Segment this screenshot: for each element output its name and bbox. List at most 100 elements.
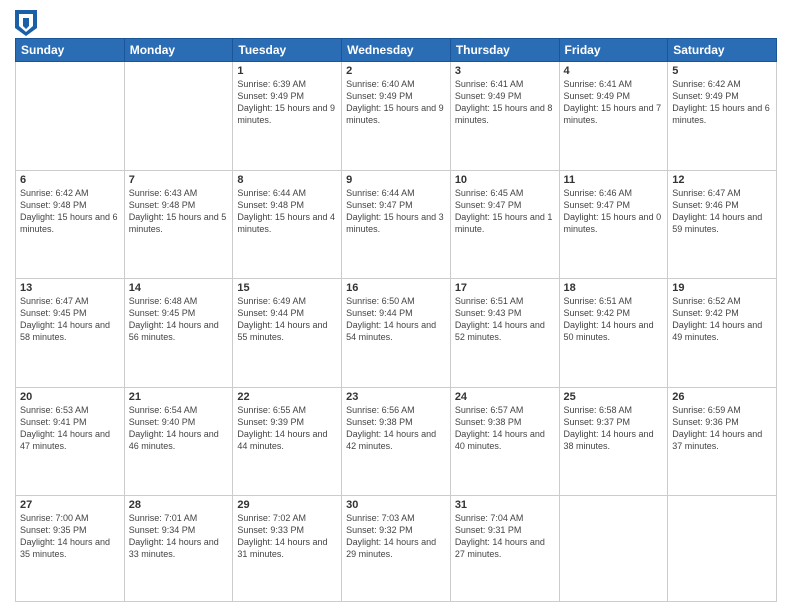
- calendar-cell: 16Sunrise: 6:50 AM Sunset: 9:44 PM Dayli…: [342, 279, 451, 388]
- day-info: Sunrise: 6:42 AM Sunset: 9:49 PM Dayligh…: [672, 78, 772, 127]
- calendar-cell: 1Sunrise: 6:39 AM Sunset: 9:49 PM Daylig…: [233, 62, 342, 171]
- day-info: Sunrise: 6:48 AM Sunset: 9:45 PM Dayligh…: [129, 295, 229, 344]
- day-number: 3: [455, 65, 555, 77]
- weekday-header: Monday: [124, 39, 233, 62]
- logo: [15, 10, 37, 32]
- calendar-cell: 20Sunrise: 6:53 AM Sunset: 9:41 PM Dayli…: [16, 387, 125, 496]
- calendar-cell: 30Sunrise: 7:03 AM Sunset: 9:32 PM Dayli…: [342, 496, 451, 602]
- day-number: 10: [455, 174, 555, 186]
- calendar-week-row: 20Sunrise: 6:53 AM Sunset: 9:41 PM Dayli…: [16, 387, 777, 496]
- day-info: Sunrise: 6:47 AM Sunset: 9:45 PM Dayligh…: [20, 295, 120, 344]
- day-info: Sunrise: 6:51 AM Sunset: 9:43 PM Dayligh…: [455, 295, 555, 344]
- calendar-cell: 6Sunrise: 6:42 AM Sunset: 9:48 PM Daylig…: [16, 170, 125, 279]
- calendar-week-row: 6Sunrise: 6:42 AM Sunset: 9:48 PM Daylig…: [16, 170, 777, 279]
- calendar-week-row: 27Sunrise: 7:00 AM Sunset: 9:35 PM Dayli…: [16, 496, 777, 602]
- day-number: 22: [237, 391, 337, 403]
- calendar: SundayMondayTuesdayWednesdayThursdayFrid…: [15, 38, 777, 602]
- calendar-cell: [559, 496, 668, 602]
- day-number: 24: [455, 391, 555, 403]
- calendar-cell: 23Sunrise: 6:56 AM Sunset: 9:38 PM Dayli…: [342, 387, 451, 496]
- day-number: 4: [564, 65, 664, 77]
- day-info: Sunrise: 6:52 AM Sunset: 9:42 PM Dayligh…: [672, 295, 772, 344]
- day-number: 31: [455, 499, 555, 511]
- day-info: Sunrise: 6:45 AM Sunset: 9:47 PM Dayligh…: [455, 187, 555, 236]
- day-number: 18: [564, 282, 664, 294]
- day-number: 7: [129, 174, 229, 186]
- calendar-cell: 14Sunrise: 6:48 AM Sunset: 9:45 PM Dayli…: [124, 279, 233, 388]
- calendar-cell: 24Sunrise: 6:57 AM Sunset: 9:38 PM Dayli…: [450, 387, 559, 496]
- day-number: 21: [129, 391, 229, 403]
- calendar-cell: 31Sunrise: 7:04 AM Sunset: 9:31 PM Dayli…: [450, 496, 559, 602]
- calendar-cell: 28Sunrise: 7:01 AM Sunset: 9:34 PM Dayli…: [124, 496, 233, 602]
- calendar-cell: 26Sunrise: 6:59 AM Sunset: 9:36 PM Dayli…: [668, 387, 777, 496]
- calendar-cell: 27Sunrise: 7:00 AM Sunset: 9:35 PM Dayli…: [16, 496, 125, 602]
- calendar-cell: 22Sunrise: 6:55 AM Sunset: 9:39 PM Dayli…: [233, 387, 342, 496]
- calendar-cell: 18Sunrise: 6:51 AM Sunset: 9:42 PM Dayli…: [559, 279, 668, 388]
- logo-icon: [15, 10, 33, 32]
- day-info: Sunrise: 7:02 AM Sunset: 9:33 PM Dayligh…: [237, 512, 337, 561]
- day-number: 23: [346, 391, 446, 403]
- day-number: 12: [672, 174, 772, 186]
- day-info: Sunrise: 6:55 AM Sunset: 9:39 PM Dayligh…: [237, 404, 337, 453]
- day-info: Sunrise: 7:00 AM Sunset: 9:35 PM Dayligh…: [20, 512, 120, 561]
- day-number: 19: [672, 282, 772, 294]
- day-number: 28: [129, 499, 229, 511]
- day-info: Sunrise: 6:42 AM Sunset: 9:48 PM Dayligh…: [20, 187, 120, 236]
- weekday-header: Saturday: [668, 39, 777, 62]
- day-info: Sunrise: 7:04 AM Sunset: 9:31 PM Dayligh…: [455, 512, 555, 561]
- calendar-cell: 2Sunrise: 6:40 AM Sunset: 9:49 PM Daylig…: [342, 62, 451, 171]
- day-info: Sunrise: 6:53 AM Sunset: 9:41 PM Dayligh…: [20, 404, 120, 453]
- day-info: Sunrise: 6:41 AM Sunset: 9:49 PM Dayligh…: [455, 78, 555, 127]
- day-info: Sunrise: 6:57 AM Sunset: 9:38 PM Dayligh…: [455, 404, 555, 453]
- page: SundayMondayTuesdayWednesdayThursdayFrid…: [0, 0, 792, 612]
- calendar-cell: 8Sunrise: 6:44 AM Sunset: 9:48 PM Daylig…: [233, 170, 342, 279]
- day-info: Sunrise: 6:59 AM Sunset: 9:36 PM Dayligh…: [672, 404, 772, 453]
- calendar-cell: 3Sunrise: 6:41 AM Sunset: 9:49 PM Daylig…: [450, 62, 559, 171]
- day-number: 16: [346, 282, 446, 294]
- day-info: Sunrise: 6:43 AM Sunset: 9:48 PM Dayligh…: [129, 187, 229, 236]
- day-info: Sunrise: 6:58 AM Sunset: 9:37 PM Dayligh…: [564, 404, 664, 453]
- day-info: Sunrise: 6:56 AM Sunset: 9:38 PM Dayligh…: [346, 404, 446, 453]
- calendar-cell: 12Sunrise: 6:47 AM Sunset: 9:46 PM Dayli…: [668, 170, 777, 279]
- day-info: Sunrise: 6:49 AM Sunset: 9:44 PM Dayligh…: [237, 295, 337, 344]
- calendar-cell: 11Sunrise: 6:46 AM Sunset: 9:47 PM Dayli…: [559, 170, 668, 279]
- day-number: 6: [20, 174, 120, 186]
- day-info: Sunrise: 7:03 AM Sunset: 9:32 PM Dayligh…: [346, 512, 446, 561]
- day-info: Sunrise: 6:44 AM Sunset: 9:47 PM Dayligh…: [346, 187, 446, 236]
- day-info: Sunrise: 6:47 AM Sunset: 9:46 PM Dayligh…: [672, 187, 772, 236]
- weekday-header: Wednesday: [342, 39, 451, 62]
- weekday-header-row: SundayMondayTuesdayWednesdayThursdayFrid…: [16, 39, 777, 62]
- day-info: Sunrise: 7:01 AM Sunset: 9:34 PM Dayligh…: [129, 512, 229, 561]
- day-number: 27: [20, 499, 120, 511]
- day-info: Sunrise: 6:39 AM Sunset: 9:49 PM Dayligh…: [237, 78, 337, 127]
- calendar-cell: 5Sunrise: 6:42 AM Sunset: 9:49 PM Daylig…: [668, 62, 777, 171]
- calendar-cell: 15Sunrise: 6:49 AM Sunset: 9:44 PM Dayli…: [233, 279, 342, 388]
- day-number: 13: [20, 282, 120, 294]
- day-number: 25: [564, 391, 664, 403]
- calendar-cell: [124, 62, 233, 171]
- day-number: 20: [20, 391, 120, 403]
- calendar-cell: 21Sunrise: 6:54 AM Sunset: 9:40 PM Dayli…: [124, 387, 233, 496]
- weekday-header: Friday: [559, 39, 668, 62]
- calendar-cell: 29Sunrise: 7:02 AM Sunset: 9:33 PM Dayli…: [233, 496, 342, 602]
- calendar-cell: 9Sunrise: 6:44 AM Sunset: 9:47 PM Daylig…: [342, 170, 451, 279]
- day-number: 8: [237, 174, 337, 186]
- day-number: 11: [564, 174, 664, 186]
- day-info: Sunrise: 6:46 AM Sunset: 9:47 PM Dayligh…: [564, 187, 664, 236]
- calendar-cell: [668, 496, 777, 602]
- day-info: Sunrise: 6:50 AM Sunset: 9:44 PM Dayligh…: [346, 295, 446, 344]
- day-number: 17: [455, 282, 555, 294]
- calendar-cell: [16, 62, 125, 171]
- day-number: 2: [346, 65, 446, 77]
- calendar-week-row: 13Sunrise: 6:47 AM Sunset: 9:45 PM Dayli…: [16, 279, 777, 388]
- calendar-cell: 13Sunrise: 6:47 AM Sunset: 9:45 PM Dayli…: [16, 279, 125, 388]
- day-number: 9: [346, 174, 446, 186]
- weekday-header: Tuesday: [233, 39, 342, 62]
- day-number: 26: [672, 391, 772, 403]
- day-info: Sunrise: 6:40 AM Sunset: 9:49 PM Dayligh…: [346, 78, 446, 127]
- weekday-header: Thursday: [450, 39, 559, 62]
- day-number: 29: [237, 499, 337, 511]
- day-info: Sunrise: 6:54 AM Sunset: 9:40 PM Dayligh…: [129, 404, 229, 453]
- calendar-week-row: 1Sunrise: 6:39 AM Sunset: 9:49 PM Daylig…: [16, 62, 777, 171]
- calendar-cell: 25Sunrise: 6:58 AM Sunset: 9:37 PM Dayli…: [559, 387, 668, 496]
